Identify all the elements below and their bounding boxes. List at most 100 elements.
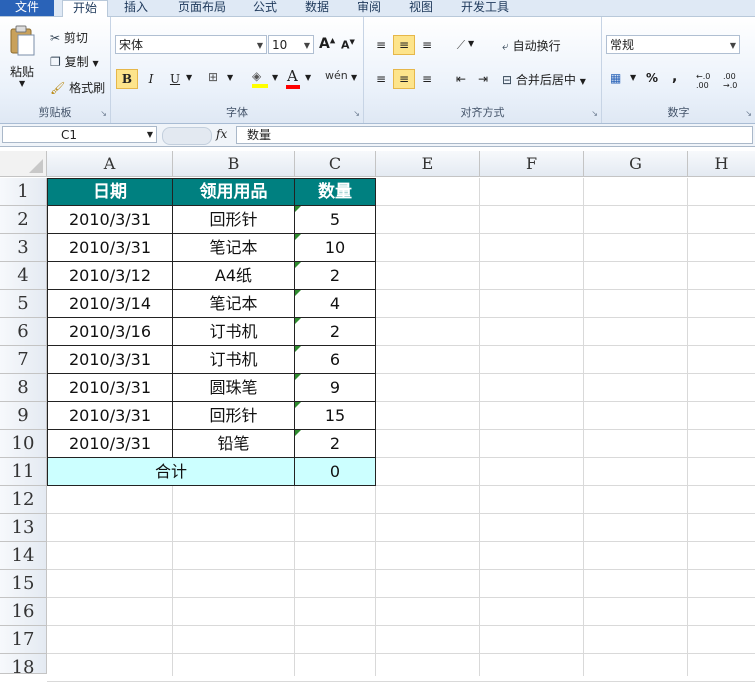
row-header[interactable]: 7 <box>0 346 47 374</box>
row-header[interactable]: 2 <box>0 206 47 234</box>
insert-function-icon[interactable]: fx <box>216 127 227 141</box>
merge-center-button[interactable]: ⊟ 合并后居中 ▼ <box>502 71 586 88</box>
table-cell[interactable]: 2010/3/31 <box>47 234 173 262</box>
copy-button[interactable]: ❐ 复制 ▼ <box>50 53 99 70</box>
row-header[interactable]: 5 <box>0 290 47 318</box>
total-label-cell[interactable]: 合计 <box>47 458 295 486</box>
row-header[interactable]: 10 <box>0 430 47 458</box>
tab-file[interactable]: 文件 <box>0 0 54 16</box>
fill-color-dropdown-icon[interactable]: ▼ <box>272 73 278 82</box>
table-cell[interactable]: 铅笔 <box>173 430 295 458</box>
header-cell[interactable]: 日期 <box>47 178 173 206</box>
row-header[interactable]: 15 <box>0 570 47 598</box>
row-header[interactable]: 12 <box>0 486 47 514</box>
paste-button[interactable] <box>8 25 36 57</box>
row-header[interactable]: 3 <box>0 234 47 262</box>
row-header[interactable]: 8 <box>0 374 47 402</box>
font-color-dropdown-icon[interactable]: ▼ <box>305 73 311 82</box>
table-cell[interactable]: 9 <box>295 374 376 402</box>
column-header-e[interactable]: E <box>376 151 480 177</box>
tab-page-layout[interactable]: 页面布局 <box>172 0 232 16</box>
table-cell[interactable]: 回形针 <box>173 206 295 234</box>
table-cell[interactable]: 圆珠笔 <box>173 374 295 402</box>
table-cell[interactable]: 6 <box>295 346 376 374</box>
table-cell[interactable]: 回形针 <box>173 402 295 430</box>
number-launcher-icon[interactable]: ↘ <box>745 109 752 118</box>
phonetic-icon[interactable]: wén <box>325 69 348 82</box>
total-value-cell[interactable]: 0 <box>295 458 376 486</box>
column-header-a[interactable]: A <box>47 151 173 177</box>
align-left-icon[interactable]: ≡ <box>370 69 392 89</box>
tab-home[interactable]: 开始 <box>62 0 108 17</box>
tab-review[interactable]: 审阅 <box>352 0 386 16</box>
formula-input[interactable]: 数量 <box>236 126 753 144</box>
row-header[interactable]: 1 <box>0 178 47 206</box>
table-cell[interactable]: 2010/3/16 <box>47 318 173 346</box>
table-cell[interactable]: 2 <box>295 262 376 290</box>
tab-developer[interactable]: 开发工具 <box>455 0 515 16</box>
table-cell[interactable]: 10 <box>295 234 376 262</box>
column-header-c[interactable]: C <box>295 151 376 177</box>
row-header[interactable]: 17 <box>0 626 47 654</box>
underline-button[interactable]: U <box>164 69 186 89</box>
font-color-button[interactable]: A <box>286 67 300 89</box>
row-header[interactable]: 18 <box>0 654 47 678</box>
paste-label[interactable]: 粘贴 <box>10 63 34 80</box>
percent-style-button[interactable]: % <box>646 71 658 85</box>
clipboard-launcher-icon[interactable]: ↘ <box>100 109 107 118</box>
fill-color-button[interactable]: ◈ <box>252 69 268 88</box>
shrink-font-icon[interactable]: A▼ <box>341 38 355 52</box>
wrap-text-button[interactable]: ⤶ 自动换行 <box>502 37 561 54</box>
tab-view[interactable]: 视图 <box>404 0 438 16</box>
header-cell[interactable]: 数量 <box>295 178 376 206</box>
column-header-h[interactable]: H <box>688 151 755 177</box>
italic-button[interactable]: I <box>140 69 162 89</box>
table-cell[interactable]: 4 <box>295 290 376 318</box>
row-header[interactable]: 14 <box>0 542 47 570</box>
select-all-corner[interactable] <box>0 151 47 177</box>
format-painter-button[interactable]: 🖌 格式刷 <box>50 79 105 96</box>
table-cell[interactable]: 笔记本 <box>173 290 295 318</box>
column-header-f[interactable]: F <box>480 151 584 177</box>
tab-insert[interactable]: 插入 <box>118 0 154 16</box>
cut-button[interactable]: ✂ 剪切 <box>50 29 88 46</box>
align-middle-icon[interactable]: ≡ <box>393 35 415 55</box>
formula-bar-divider[interactable] <box>162 127 212 145</box>
row-header[interactable]: 11 <box>0 458 47 486</box>
table-cell[interactable]: 2 <box>295 318 376 346</box>
table-cell[interactable]: 2010/3/31 <box>47 430 173 458</box>
table-cell[interactable]: 5 <box>295 206 376 234</box>
table-cell[interactable]: 订书机 <box>173 318 295 346</box>
font-size-combo[interactable]: 10 ▼ <box>268 35 314 54</box>
decrease-decimal-button[interactable]: .00 →.0 <box>723 72 747 90</box>
table-cell[interactable]: 2 <box>295 430 376 458</box>
row-header[interactable]: 4 <box>0 262 47 290</box>
number-format-combo[interactable]: 常规 ▼ <box>606 35 740 54</box>
bold-button[interactable]: B <box>116 69 138 89</box>
align-top-icon[interactable]: ≡ <box>370 35 392 55</box>
increase-indent-icon[interactable]: ⇥ <box>472 69 494 89</box>
orientation-dropdown-icon[interactable]: ▼ <box>468 39 474 48</box>
align-right-icon[interactable]: ≡ <box>416 69 438 89</box>
phonetic-dropdown-icon[interactable]: ▼ <box>351 73 357 82</box>
align-bottom-icon[interactable]: ≡ <box>416 35 438 55</box>
table-cell[interactable]: 2010/3/12 <box>47 262 173 290</box>
alignment-launcher-icon[interactable]: ↘ <box>591 109 598 118</box>
tab-formulas[interactable]: 公式 <box>248 0 282 16</box>
underline-dropdown-icon[interactable]: ▼ <box>186 73 192 82</box>
accounting-format-icon[interactable]: ▦ <box>610 71 621 85</box>
align-center-icon[interactable]: ≡ <box>393 69 415 89</box>
table-cell[interactable]: 订书机 <box>173 346 295 374</box>
table-cell[interactable]: 2010/3/31 <box>47 206 173 234</box>
grow-font-icon[interactable]: A▲ <box>319 36 335 52</box>
paste-dropdown-icon[interactable]: ▼ <box>19 79 25 88</box>
row-header[interactable]: 9 <box>0 402 47 430</box>
accounting-dropdown-icon[interactable]: ▼ <box>630 73 636 82</box>
table-cell[interactable]: 15 <box>295 402 376 430</box>
row-header[interactable]: 13 <box>0 514 47 542</box>
row-header[interactable]: 6 <box>0 318 47 346</box>
column-header-g[interactable]: G <box>584 151 688 177</box>
table-cell[interactable]: 2010/3/31 <box>47 374 173 402</box>
font-launcher-icon[interactable]: ↘ <box>353 109 360 118</box>
column-header-b[interactable]: B <box>173 151 295 177</box>
